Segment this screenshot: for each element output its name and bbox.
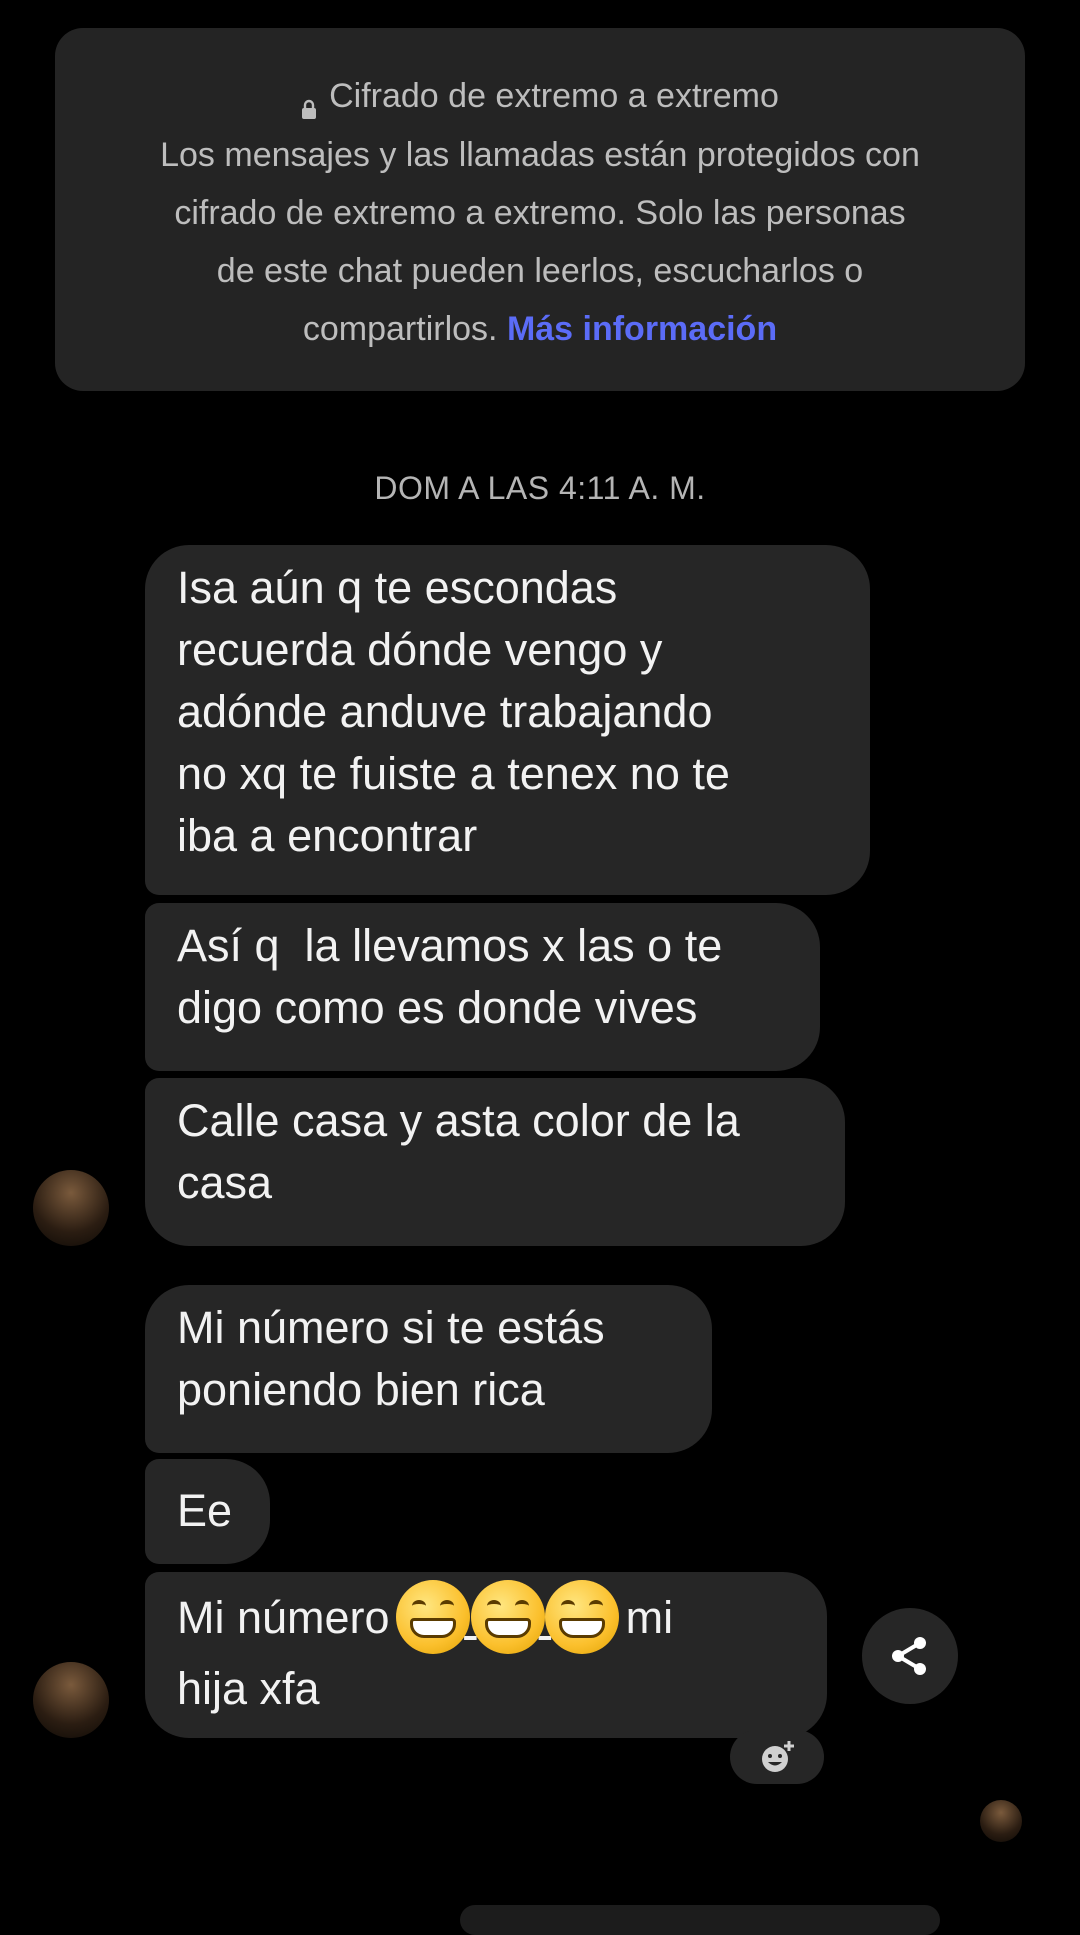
message-bubble[interactable]: Calle casa y asta color de la casa (145, 1078, 845, 1246)
message-line: Mi número si te estás (177, 1302, 605, 1353)
message-bubble[interactable]: Así q la llevamos x las o te digo como e… (145, 903, 820, 1071)
message-line: Así q la llevamos x las o te (177, 920, 723, 971)
message-line: iba a encontrar (177, 810, 478, 861)
lock-icon (301, 88, 317, 119)
read-receipt-avatar (980, 1800, 1022, 1842)
message-line: adónde anduve trabajando (177, 686, 713, 737)
grinning-face-emoji (470, 1580, 545, 1654)
chat-timestamp: DOM A LAS 4:11 A. M. (374, 470, 706, 506)
redacted-phone-number (396, 1580, 620, 1654)
message-bubble[interactable]: Mi número mi hija xfa (145, 1572, 827, 1738)
message-line: hija xfa (177, 1663, 320, 1714)
grinning-face-emoji (545, 1580, 620, 1654)
encryption-text-line: Los mensajes y las llamadas están proteg… (160, 136, 920, 174)
share-button[interactable] (862, 1608, 958, 1704)
message-line: Calle casa y asta color de la (177, 1095, 740, 1146)
message-line: digo como es donde vives (177, 982, 698, 1033)
message-line: Isa aún q te escondas (177, 562, 618, 613)
contact-avatar[interactable] (33, 1170, 109, 1246)
message-line: Ee (177, 1485, 233, 1536)
encryption-text-line: cifrado de extremo a extremo. Solo las p… (174, 194, 906, 232)
message-bubble[interactable]: Mi número si te estás poniendo bien rica (145, 1285, 712, 1453)
add-reaction-button[interactable] (730, 1730, 824, 1784)
message-composer-edge (460, 1905, 940, 1935)
message-bubble[interactable]: Ee (145, 1459, 270, 1564)
encryption-title: Cifrado de extremo a extremo (329, 77, 779, 115)
message-text: mi (625, 1591, 674, 1643)
message-bubble[interactable]: Isa aún q te escondas recuerda dónde ven… (145, 545, 870, 895)
message-line: casa (177, 1157, 273, 1208)
add-reaction-icon (762, 1741, 794, 1772)
message-line: poniendo bien rica (177, 1364, 545, 1415)
encryption-text-line: compartirlos. (302, 310, 498, 348)
share-icon (892, 1637, 926, 1675)
more-info-link[interactable]: Más información (507, 310, 777, 348)
encryption-notice[interactable]: Cifrado de extremo a extremo Los mensaje… (55, 28, 1025, 391)
message-line: recuerda dónde vengo y (177, 624, 663, 675)
encryption-text-line: de este chat pueden leerlos, escucharlos… (216, 252, 864, 290)
message-text: Mi número (177, 1591, 390, 1643)
message-line: no xq te fuiste a tenex no te (177, 748, 730, 799)
contact-avatar[interactable] (33, 1662, 109, 1738)
grinning-face-emoji (396, 1580, 471, 1654)
